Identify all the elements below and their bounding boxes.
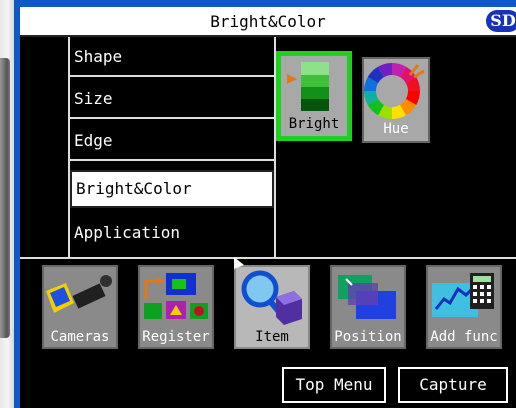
register-icon [144,273,208,319]
category-add-func-label: Add func [430,329,498,345]
tool-hue-button[interactable]: Hue [362,57,430,143]
menu-item-edge[interactable]: Edge [70,121,274,161]
menu-item-bright-color[interactable]: Bright&Color [70,170,274,208]
category-bar: Cameras Register Item Position Add func [20,259,516,359]
category-add-func-button[interactable]: Add func [426,265,502,349]
tool-bright-button[interactable]: Bright [276,51,352,141]
top-menu-button[interactable]: Top Menu [282,367,386,403]
category-register-label: Register [142,329,210,345]
add-func-icon [432,273,494,317]
cameras-icon [46,275,112,313]
menu-item-size[interactable]: Size [70,79,274,119]
category-register-button[interactable]: Register [138,265,214,349]
category-item-button[interactable]: Item [234,265,310,349]
menu-item-application[interactable]: Application [70,213,274,253]
category-position-label: Position [334,329,402,345]
item-icon [241,270,302,325]
hue-wheel-icon [364,63,425,119]
device-bezel-shadow [0,58,10,338]
menu-item-shape[interactable]: Shape [70,37,274,77]
bright-icon [287,62,329,111]
pointer-cursor-icon [234,257,244,269]
category-cameras-button[interactable]: Cameras [42,265,118,349]
category-position-button[interactable]: Position [330,265,406,349]
category-item-label: Item [255,329,289,345]
menu-gutter [20,37,70,257]
tool-hue-label: Hue [383,121,409,137]
category-menu: Shape Size Edge Bright&Color Application [20,37,276,259]
window-title: Bright&Color [210,12,326,31]
capture-button[interactable]: Capture [398,367,508,403]
sd-card-badge: SD [486,10,516,32]
category-cameras-label: Cameras [50,329,110,345]
screen: Bright&Color SD Shape Size Edge Bright&C… [20,7,516,408]
tool-bright-label: Bright [288,116,340,132]
position-icon [338,275,396,319]
title-bar: Bright&Color SD [20,7,516,37]
tool-panel: Bright Hue [276,37,516,259]
